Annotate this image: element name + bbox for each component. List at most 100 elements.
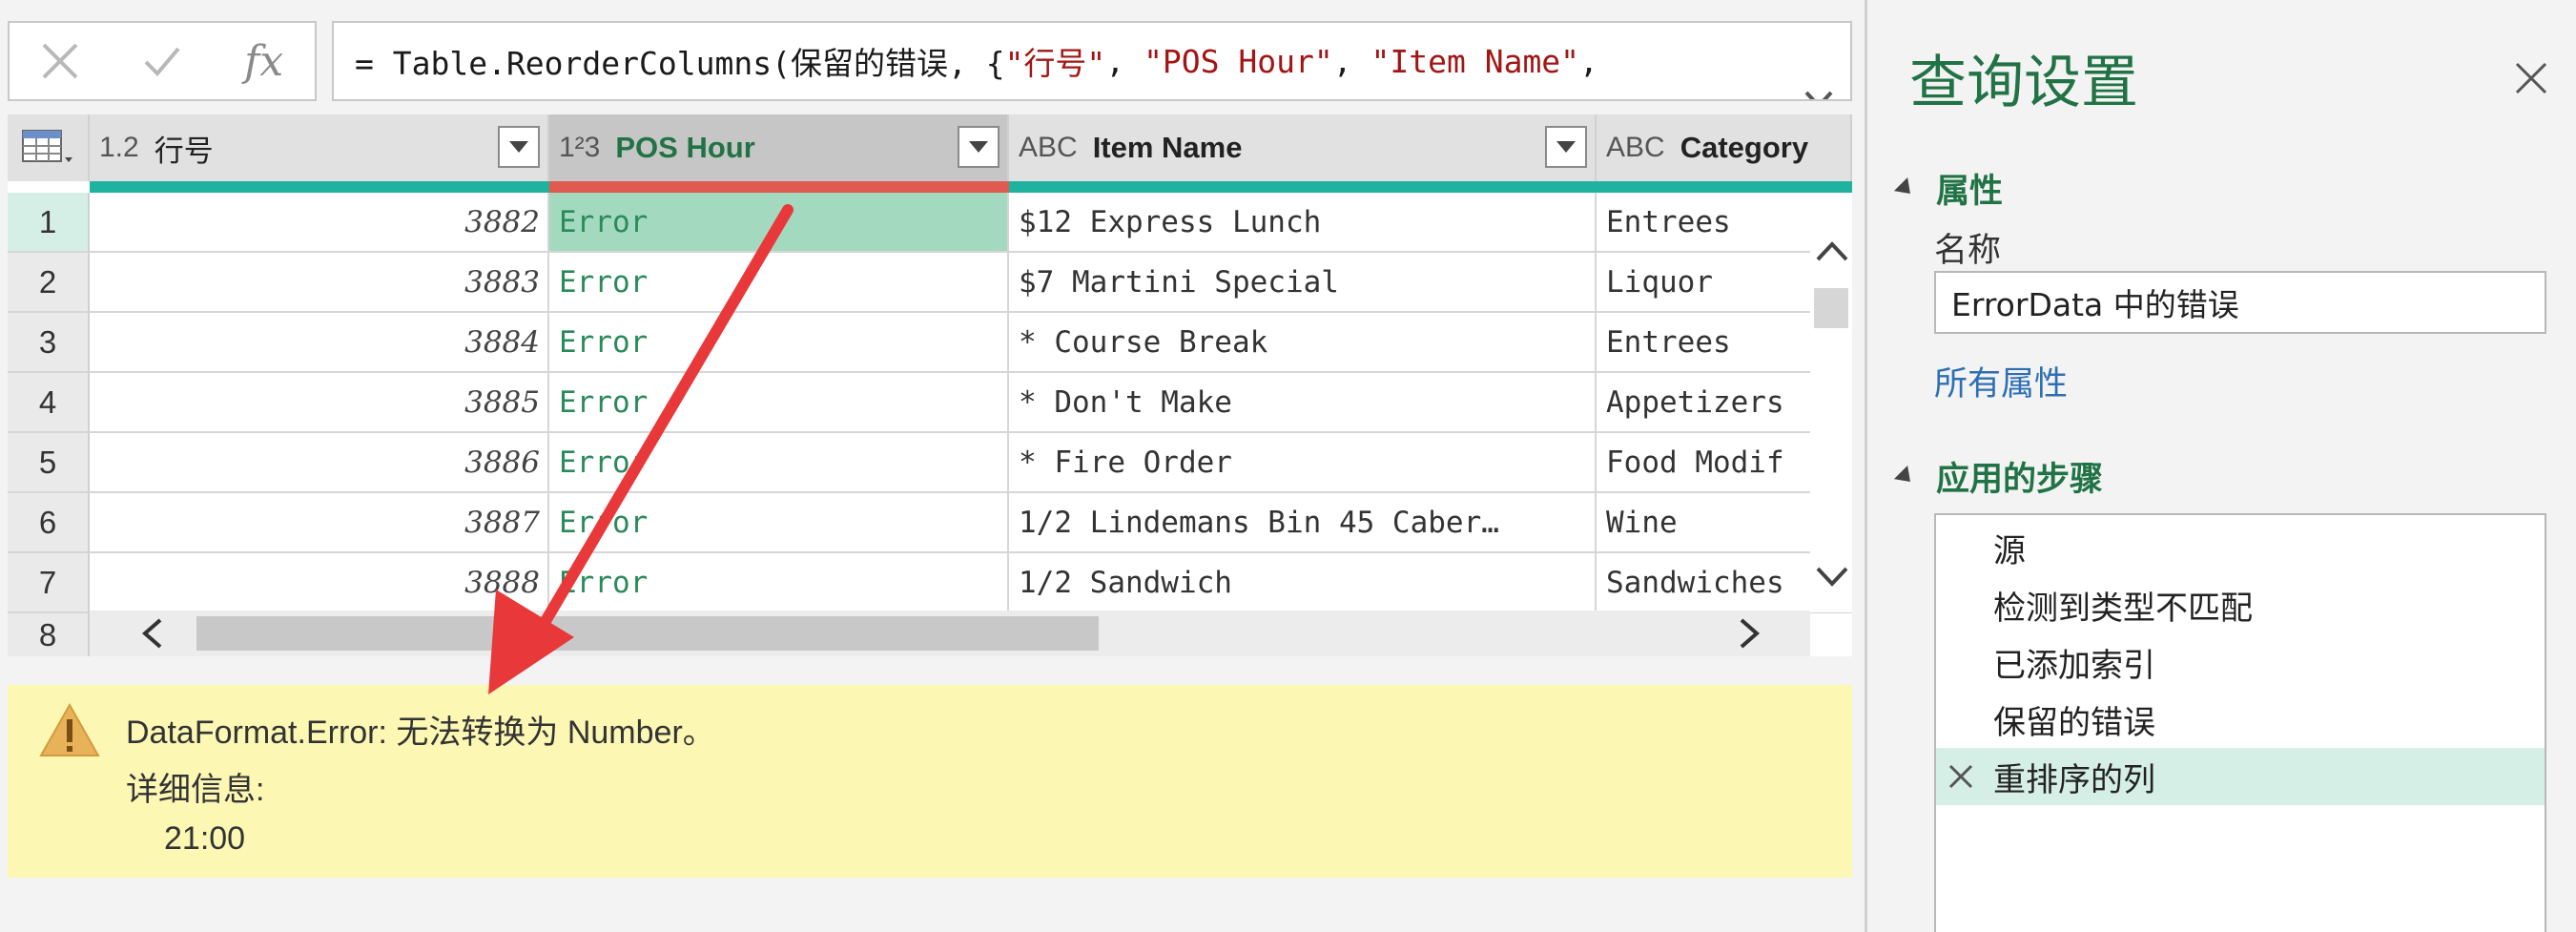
cell-error[interactable]: Error bbox=[549, 433, 1009, 493]
cell-row-index[interactable]: 3886 bbox=[90, 433, 549, 493]
step-item[interactable]: 保留的错误 bbox=[1936, 691, 2545, 748]
cell-error[interactable]: Error bbox=[549, 253, 1009, 313]
decimal-type-icon[interactable]: 1.2 bbox=[99, 132, 139, 164]
scroll-left-icon[interactable] bbox=[139, 618, 166, 649]
filter-dropdown-button[interactable] bbox=[1545, 126, 1587, 168]
column-name: POS Hour bbox=[615, 131, 755, 164]
pane-divider[interactable] bbox=[1865, 0, 1867, 932]
error-value: 21:00 bbox=[164, 820, 246, 857]
cell-row-index[interactable]: 3888 bbox=[90, 553, 549, 613]
cell-item-name[interactable]: * Course Break bbox=[1009, 313, 1597, 373]
row-number[interactable]: 7 bbox=[8, 553, 90, 613]
collapse-triangle-icon bbox=[1893, 176, 1918, 200]
step-item-active[interactable]: 重排序的列 bbox=[1936, 748, 2545, 805]
step-item[interactable]: 已添加索引 bbox=[1936, 633, 2545, 691]
whole-number-type-icon[interactable]: 1²3 bbox=[559, 132, 600, 164]
cell-row-index[interactable]: 3887 bbox=[90, 493, 549, 553]
x-icon bbox=[42, 43, 78, 79]
formula-separator: , bbox=[1105, 42, 1144, 80]
error-details-pane: DataFormat.Error: 无法转换为 Number。 详细信息: 21… bbox=[8, 685, 1852, 878]
fx-label: fx bbox=[244, 36, 284, 86]
query-name-input[interactable]: ErrorData 中的错误 bbox=[1934, 271, 2546, 334]
table-icon bbox=[22, 130, 72, 162]
row-number[interactable]: 1 bbox=[8, 193, 90, 253]
scroll-up-icon[interactable] bbox=[1816, 240, 1848, 263]
cell-error[interactable]: Error bbox=[549, 553, 1009, 613]
table-menu-button[interactable] bbox=[8, 114, 90, 181]
section-heading: 应用的步骤 bbox=[1936, 461, 2104, 499]
error-details-label: 详细信息: bbox=[126, 772, 265, 808]
text-type-icon[interactable]: ABC bbox=[1606, 132, 1665, 164]
vertical-scrollbar[interactable] bbox=[1810, 193, 1852, 612]
expand-formula-button[interactable] bbox=[1727, 46, 1835, 99]
chevron-down-icon bbox=[969, 141, 988, 153]
close-pane-button[interactable] bbox=[2514, 61, 2548, 99]
cell-row-index[interactable]: 3884 bbox=[90, 313, 549, 373]
scroll-right-icon[interactable] bbox=[1736, 618, 1762, 649]
collapse-triangle-icon bbox=[1893, 465, 1918, 488]
formula-string: "行号" bbox=[1004, 45, 1106, 82]
row-number[interactable]: 6 bbox=[8, 493, 90, 553]
cell-error[interactable]: Error bbox=[549, 193, 1009, 253]
column-header-pos-hour[interactable]: 1²3 POS Hour bbox=[549, 114, 1009, 181]
column-quality-bar bbox=[1009, 181, 1597, 193]
vertical-scroll-thumb[interactable] bbox=[1814, 288, 1848, 328]
insert-function-button[interactable]: fx bbox=[213, 23, 315, 99]
formula-separator: , bbox=[1332, 42, 1371, 80]
cell-row-index[interactable]: 3882 bbox=[90, 193, 549, 253]
warning-icon bbox=[39, 702, 100, 756]
column-quality-bar bbox=[1597, 181, 1852, 193]
cell-item-name[interactable]: 1/2 Lindemans Bin 45 Caber… bbox=[1009, 493, 1597, 553]
close-icon bbox=[2515, 62, 2547, 94]
cell-row-index[interactable]: 3885 bbox=[90, 373, 549, 433]
scroll-down-icon[interactable] bbox=[1816, 565, 1848, 588]
row-number[interactable]: 3 bbox=[8, 313, 90, 373]
data-grid: 1.2 行号 1²3 POS Hour ABC Item Name ABC Ca… bbox=[8, 114, 1852, 656]
cell-item-name[interactable]: 1/2 Sandwich bbox=[1009, 553, 1597, 613]
row-number[interactable]: 5 bbox=[8, 433, 90, 493]
applied-steps-section-header[interactable]: 应用的步骤 bbox=[1893, 452, 2104, 501]
horizontal-scroll-thumb[interactable] bbox=[196, 616, 1099, 651]
formula-text: = Table.ReorderColumns(保留的错误, { bbox=[355, 45, 1005, 82]
formula-text: , bbox=[1579, 42, 1598, 80]
column-quality-bar-error bbox=[549, 181, 1009, 193]
section-heading: 属性 bbox=[1936, 173, 2004, 211]
cell-item-name[interactable]: * Don't Make bbox=[1009, 373, 1597, 433]
name-label: 名称 bbox=[1934, 232, 2002, 270]
cell-item-name[interactable]: $7 Martini Special bbox=[1009, 253, 1597, 313]
filter-dropdown-button[interactable] bbox=[498, 126, 540, 168]
step-item[interactable]: 检测到类型不匹配 bbox=[1936, 576, 2545, 633]
row-number[interactable]: 2 bbox=[8, 253, 90, 313]
properties-section-header[interactable]: 属性 bbox=[1893, 164, 2004, 213]
cell-item-name[interactable]: * Fire Order bbox=[1009, 433, 1597, 493]
applied-steps-list: 源 检测到类型不匹配 已添加索引 保留的错误 重排序的列 bbox=[1934, 513, 2546, 932]
column-name: Category bbox=[1680, 131, 1809, 164]
row-number[interactable]: 8 bbox=[8, 613, 90, 656]
commit-button[interactable] bbox=[112, 23, 214, 99]
cell-error[interactable]: Error bbox=[549, 493, 1009, 553]
chevron-down-icon bbox=[509, 141, 528, 153]
cancel-button[interactable] bbox=[10, 23, 112, 99]
step-item[interactable]: 源 bbox=[1936, 519, 2545, 576]
cell-error[interactable]: Error bbox=[549, 313, 1009, 373]
column-header-item-name[interactable]: ABC Item Name bbox=[1009, 114, 1597, 181]
step-label: 重排序的列 bbox=[1993, 760, 2155, 799]
row-number[interactable]: 4 bbox=[8, 373, 90, 433]
cell-item-name[interactable]: $12 Express Lunch bbox=[1009, 193, 1597, 253]
delete-step-icon[interactable] bbox=[1947, 763, 1974, 790]
cell-error[interactable]: Error bbox=[549, 373, 1009, 433]
column-quality-bar bbox=[90, 181, 549, 193]
column-header-row-index[interactable]: 1.2 行号 bbox=[90, 114, 549, 181]
column-name: 行号 bbox=[154, 134, 214, 168]
cell-row-index[interactable]: 3883 bbox=[90, 253, 549, 313]
text-type-icon[interactable]: ABC bbox=[1019, 132, 1078, 164]
filter-dropdown-button[interactable] bbox=[958, 126, 999, 168]
formula-string: "POS Hour" bbox=[1144, 42, 1333, 80]
column-name: Item Name bbox=[1092, 131, 1243, 164]
formula-bar-buttons: fx bbox=[8, 21, 317, 101]
horizontal-scrollbar[interactable] bbox=[90, 611, 1810, 656]
error-message: DataFormat.Error: 无法转换为 Number。 bbox=[126, 715, 715, 751]
all-properties-link[interactable]: 所有属性 bbox=[1934, 357, 2068, 405]
column-header-category[interactable]: ABC Category bbox=[1597, 114, 1852, 181]
formula-input[interactable]: = Table.ReorderColumns(保留的错误, {"行号", "PO… bbox=[332, 21, 1852, 101]
